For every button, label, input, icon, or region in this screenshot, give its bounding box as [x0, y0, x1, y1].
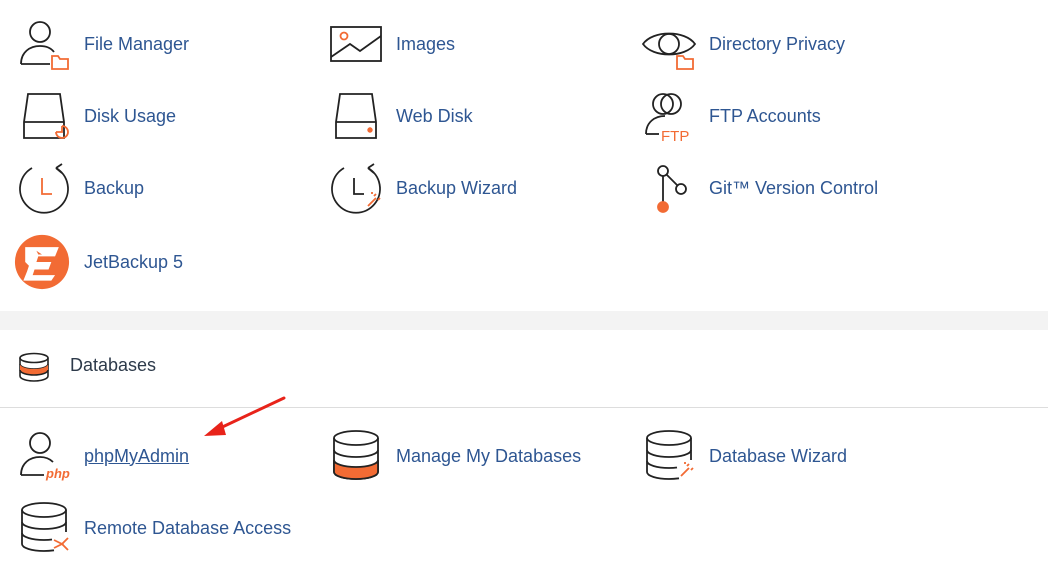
phpmyadmin-link[interactable]: php phpMyAdmin	[16, 428, 189, 484]
file-manager-label[interactable]: File Manager	[84, 34, 189, 55]
ftp-accounts-icon: FTP	[641, 88, 697, 144]
backup-wizard-link[interactable]: Backup Wizard	[328, 160, 517, 216]
images-label[interactable]: Images	[396, 34, 455, 55]
databases-section: Databases php phpMyAdmin Manage My Datab…	[0, 330, 1048, 571]
git-version-control-link[interactable]: Git™ Version Control	[641, 160, 878, 216]
web-disk-link[interactable]: Web Disk	[328, 88, 473, 144]
manage-databases-link[interactable]: Manage My Databases	[328, 428, 581, 484]
jetbackup-icon	[14, 234, 70, 290]
backup-wizard-icon	[328, 160, 384, 216]
disk-usage-link[interactable]: Disk Usage	[16, 88, 176, 144]
web-disk-label[interactable]: Web Disk	[396, 106, 473, 127]
images-icon	[328, 16, 384, 72]
backup-icon	[16, 160, 72, 216]
remote-database-link[interactable]: Remote Database Access	[16, 500, 291, 556]
backup-label[interactable]: Backup	[84, 178, 144, 199]
database-section-icon	[17, 352, 51, 387]
git-version-control-icon	[641, 160, 697, 216]
ftp-accounts-label[interactable]: FTP Accounts	[709, 106, 821, 127]
backup-wizard-label[interactable]: Backup Wizard	[396, 178, 517, 199]
jetbackup-label[interactable]: JetBackup 5	[84, 252, 183, 273]
directory-privacy-link[interactable]: Directory Privacy	[641, 16, 845, 72]
manage-databases-label[interactable]: Manage My Databases	[396, 446, 581, 467]
remote-database-label[interactable]: Remote Database Access	[84, 518, 291, 539]
remote-database-icon	[16, 500, 72, 556]
jetbackup-link[interactable]: JetBackup 5	[14, 234, 183, 290]
databases-section-title[interactable]: Databases	[70, 355, 156, 376]
ftp-accounts-link[interactable]: FTP FTP Accounts	[641, 88, 821, 144]
svg-text:php: php	[45, 466, 70, 481]
manage-databases-icon	[328, 428, 384, 484]
backup-link[interactable]: Backup	[16, 160, 144, 216]
directory-privacy-icon	[641, 16, 697, 72]
database-wizard-link[interactable]: Database Wizard	[641, 428, 847, 484]
git-version-control-label[interactable]: Git™ Version Control	[709, 178, 878, 199]
web-disk-icon	[328, 88, 384, 144]
section-divider	[0, 407, 1048, 408]
disk-usage-icon	[16, 88, 72, 144]
phpmyadmin-label[interactable]: phpMyAdmin	[84, 446, 189, 467]
file-manager-icon	[16, 16, 72, 72]
files-section: File Manager Images Directory Privacy Di…	[0, 0, 1048, 311]
database-wizard-label[interactable]: Database Wizard	[709, 446, 847, 467]
database-wizard-icon	[641, 428, 697, 484]
images-link[interactable]: Images	[328, 16, 455, 72]
file-manager-link[interactable]: File Manager	[16, 16, 189, 72]
directory-privacy-label[interactable]: Directory Privacy	[709, 34, 845, 55]
phpmyadmin-icon: php	[16, 428, 72, 484]
disk-usage-label[interactable]: Disk Usage	[84, 106, 176, 127]
svg-text:FTP: FTP	[661, 128, 689, 144]
